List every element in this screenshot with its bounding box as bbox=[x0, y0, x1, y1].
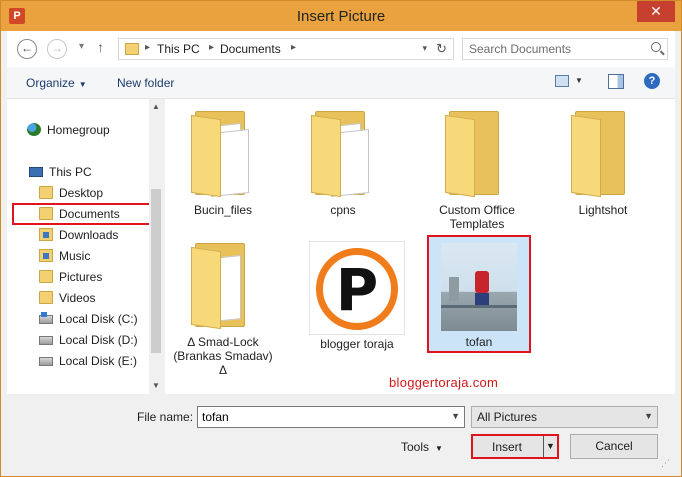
change-view-icon[interactable] bbox=[555, 75, 569, 87]
file-item-label[interactable]: blogger toraja bbox=[303, 337, 411, 351]
up-arrow-icon[interactable]: ↑ bbox=[97, 39, 104, 55]
organize-label: Organize bbox=[26, 76, 75, 90]
file-item-label: cpns bbox=[330, 203, 356, 217]
folder-icon bbox=[569, 107, 639, 198]
file-item-smad-lock[interactable]: Δ Smad-Lock (Brankas Smadav) Δ bbox=[169, 239, 277, 389]
folder-icon bbox=[125, 43, 139, 55]
homegroup-icon bbox=[27, 123, 41, 136]
sidebar-item-label: Pictures bbox=[59, 270, 103, 284]
sidebar-item-label: This PC bbox=[49, 165, 92, 179]
sidebar-item-label: Local Disk (E:) bbox=[59, 354, 138, 368]
folder-icon bbox=[189, 239, 259, 330]
file-list: Bucin_files cpns Custom Office Templates… bbox=[165, 99, 675, 394]
tools-menu-button[interactable]: Tools ▼ bbox=[401, 440, 443, 454]
refresh-icon[interactable]: ↻ bbox=[436, 41, 447, 57]
file-item-lightshot[interactable]: Lightshot bbox=[549, 107, 657, 235]
folder-icon bbox=[443, 107, 513, 198]
file-item-bucin-files[interactable]: Bucin_files bbox=[169, 107, 277, 235]
file-item-label: Custom Office Templates bbox=[439, 203, 515, 231]
sidebar-item-label: Local Disk (D:) bbox=[59, 333, 138, 347]
sidebar-item-label: Downloads bbox=[59, 228, 119, 242]
sidebar-item-label: Local Disk (C:) bbox=[59, 312, 138, 326]
dialog-footer: File name: ▼ All Pictures ▼ Tools ▼ Inser… bbox=[7, 394, 675, 472]
chevron-down-icon[interactable]: ▼ bbox=[451, 411, 460, 421]
folder-icon bbox=[39, 186, 53, 199]
help-icon[interactable]: ? bbox=[644, 73, 660, 89]
recent-locations-icon[interactable]: ▾ bbox=[79, 41, 84, 52]
sidebar-item-label: Desktop bbox=[59, 186, 104, 200]
chevron-down-icon[interactable]: ▼ bbox=[644, 411, 653, 421]
breadcrumb-this-pc[interactable]: This PC bbox=[157, 42, 200, 56]
new-folder-button[interactable]: New folder bbox=[117, 76, 174, 90]
file-name-input[interactable] bbox=[202, 410, 432, 424]
folder-icon bbox=[189, 107, 259, 198]
disk-icon bbox=[39, 357, 53, 366]
computer-icon bbox=[29, 167, 43, 177]
disk-icon bbox=[39, 336, 53, 345]
chevron-right-icon[interactable]: ▸ bbox=[291, 42, 296, 53]
file-item-label: Δ Smad-Lock (Brankas Smadav) Δ bbox=[173, 335, 273, 377]
file-item-tofan[interactable]: tofan bbox=[427, 235, 531, 353]
window-title: Insert Picture bbox=[296, 8, 386, 25]
search-box[interactable] bbox=[462, 38, 668, 60]
documents-highlight-box bbox=[12, 203, 152, 225]
file-name-label: File name: bbox=[137, 410, 194, 424]
image-thumbnail-blogger-toraja[interactable]: P bbox=[309, 241, 405, 335]
file-item-label: Bucin_files bbox=[193, 203, 253, 217]
navigation-pane: Homegroup This PC Desktop Documents Down… bbox=[7, 99, 163, 394]
file-item-cpns[interactable]: cpns bbox=[289, 107, 397, 235]
file-type-value: All Pictures bbox=[477, 410, 538, 424]
file-type-select[interactable]: All Pictures ▼ bbox=[471, 406, 658, 428]
chevron-down-icon: ▼ bbox=[435, 444, 443, 453]
command-toolbar: Organize ▼ New folder ▼ ? bbox=[7, 67, 675, 99]
system-disk-icon bbox=[39, 312, 53, 324]
chevron-right-icon[interactable]: ▸ bbox=[145, 42, 150, 53]
breadcrumb-documents[interactable]: Documents bbox=[220, 42, 281, 56]
chevron-down-icon[interactable]: ▼ bbox=[546, 441, 555, 451]
forward-arrow-icon[interactable]: → bbox=[47, 39, 67, 59]
search-icon[interactable] bbox=[651, 42, 661, 52]
split-divider bbox=[543, 436, 544, 457]
chevron-right-icon[interactable]: ▸ bbox=[209, 42, 214, 53]
file-name-field[interactable]: ▼ bbox=[197, 406, 465, 428]
logo-letter: P bbox=[335, 256, 379, 324]
file-item-label: Lightshot bbox=[578, 203, 628, 217]
back-arrow-icon[interactable]: ← bbox=[17, 39, 37, 59]
folder-icon bbox=[309, 107, 379, 198]
photo-thumbnail bbox=[441, 243, 517, 331]
title-bar[interactable]: P Insert Picture ✕ bbox=[1, 1, 681, 31]
scroll-down-icon[interactable]: ▼ bbox=[152, 381, 160, 390]
downloads-folder-icon bbox=[39, 228, 53, 241]
insert-label: Insert bbox=[491, 440, 522, 454]
close-button[interactable]: ✕ bbox=[637, 1, 675, 22]
tools-label: Tools bbox=[401, 440, 430, 454]
file-item-label: tofan bbox=[465, 335, 493, 349]
navigation-bar: ← → ▾ ↑ ▸ This PC ▸ Documents ▸ ▾ ↻ bbox=[7, 31, 675, 67]
sidebar-item-label: Videos bbox=[59, 291, 96, 305]
pictures-folder-icon bbox=[39, 270, 53, 283]
chevron-down-icon: ▼ bbox=[78, 80, 87, 89]
sidebar-item-label: Music bbox=[59, 249, 91, 263]
resize-grip-icon[interactable]: ⋰ bbox=[661, 458, 670, 469]
music-folder-icon bbox=[39, 249, 53, 262]
chevron-down-icon[interactable]: ▾ bbox=[422, 43, 427, 54]
scroll-up-icon[interactable]: ▲ bbox=[152, 102, 160, 111]
preview-pane-icon[interactable] bbox=[608, 74, 624, 89]
sidebar-scrollbar[interactable]: ▲ ▼ bbox=[149, 99, 163, 394]
address-bar[interactable]: ▸ This PC ▸ Documents ▸ ▾ ↻ bbox=[118, 38, 454, 60]
insert-button[interactable]: Insert ▼ bbox=[471, 434, 559, 459]
chevron-down-icon[interactable]: ▼ bbox=[575, 76, 583, 85]
logo-ring-icon: P bbox=[316, 248, 398, 330]
cancel-button[interactable]: Cancel bbox=[570, 434, 658, 459]
videos-folder-icon bbox=[39, 291, 53, 304]
insert-picture-dialog: P Insert Picture ✕ ← → ▾ ↑ ▸ This PC ▸ D… bbox=[0, 0, 682, 477]
organize-button[interactable]: Organize ▼ bbox=[26, 76, 87, 90]
scrollbar-thumb[interactable] bbox=[151, 189, 161, 353]
file-item-custom-office-templates[interactable]: Custom Office Templates bbox=[423, 107, 531, 235]
watermark-text: bloggertoraja.com bbox=[389, 375, 499, 390]
search-input[interactable] bbox=[469, 42, 639, 56]
sidebar-item-label: Homegroup bbox=[47, 123, 110, 137]
